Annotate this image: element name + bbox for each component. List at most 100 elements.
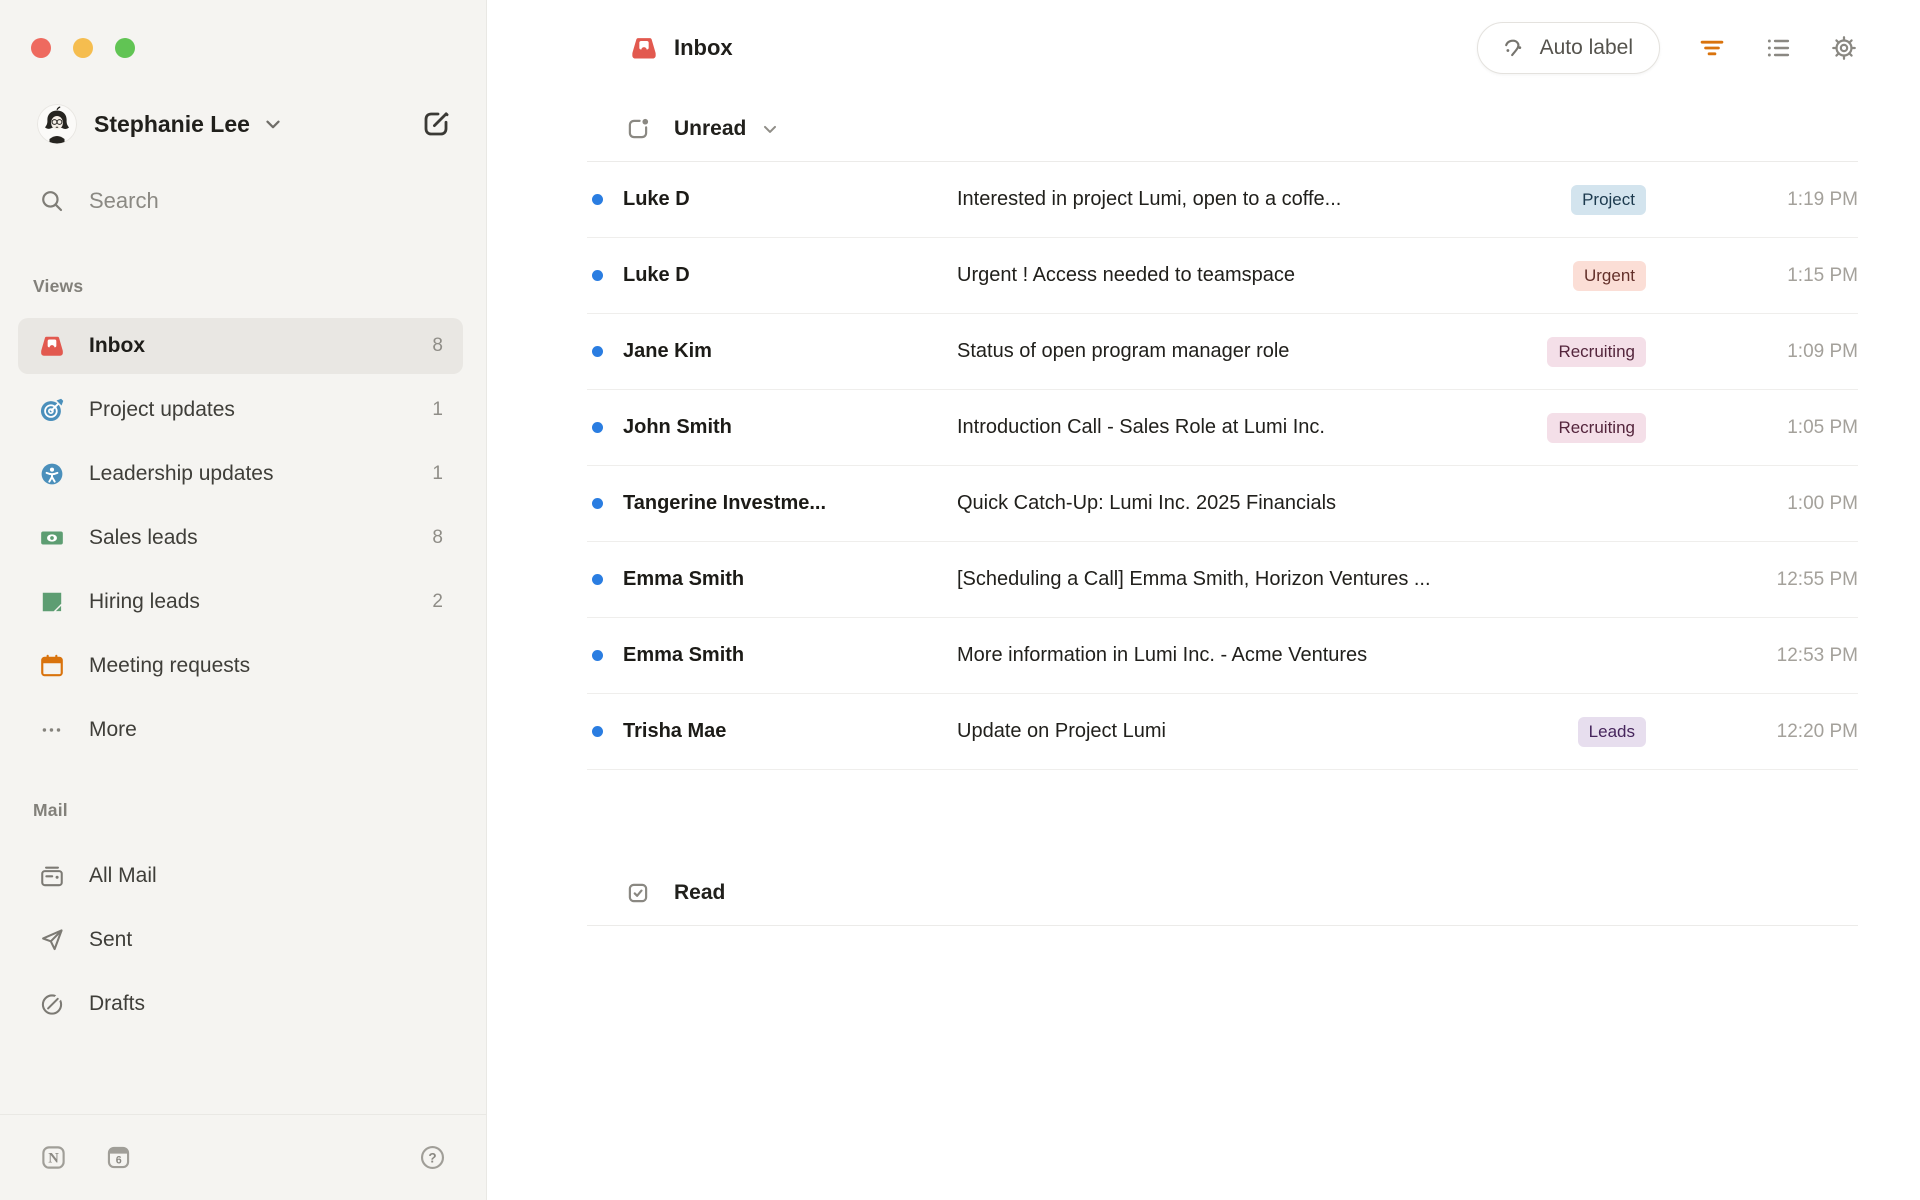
unread-count: 8 (432, 335, 443, 356)
mail-list: All Mail Sent Drafts (18, 848, 463, 1032)
sidebar-item-label: Sent (89, 928, 133, 951)
notion-logo-icon[interactable]: N (40, 1144, 67, 1171)
target-icon (40, 398, 64, 422)
email-sender: Trisha Mae (623, 720, 727, 742)
views-section-label: Views (33, 276, 84, 296)
sidebar-item-hiring-leads[interactable]: Hiring leads 2 (18, 574, 463, 630)
unread-icon (628, 118, 649, 138)
read-section-header[interactable]: Read (587, 860, 1858, 926)
email-subject: Quick Catch-Up: Lumi Inc. 2025 Financial… (957, 492, 1337, 514)
header-actions: Auto label (1476, 22, 1858, 74)
sidebar-item-sales-leads[interactable]: Sales leads 8 (18, 510, 463, 566)
sidebar-item-inbox[interactable]: Inbox 8 (18, 318, 463, 374)
email-subject: [Scheduling a Call] Emma Smith, Horizon … (957, 568, 1431, 590)
note-icon (42, 592, 62, 612)
help-icon[interactable]: ? (419, 1144, 446, 1171)
email-row[interactable]: Luke D Interested in project Lumi, open … (587, 162, 1858, 238)
inbox-icon (41, 336, 63, 356)
person-circle-icon (41, 463, 63, 485)
window-controls (0, 0, 486, 58)
email-sender: Luke D (623, 264, 690, 286)
email-time: 12:53 PM (1776, 644, 1858, 666)
email-subject: Urgent ! Access needed to teamspace (957, 264, 1295, 286)
sidebar-item-more[interactable]: More (18, 702, 463, 758)
unread-dot (592, 194, 603, 205)
sidebar-item-label: All Mail (89, 864, 157, 887)
email-subject: More information in Lumi Inc. - Acme Ven… (957, 644, 1368, 666)
user-name: Stephanie Lee (94, 110, 250, 137)
read-checkbox-icon (628, 883, 648, 902)
sidebar-item-label: Leadership updates (89, 462, 274, 485)
calendar-badge-icon[interactable]: 6 (105, 1144, 132, 1171)
label-tag: Urgent (1572, 260, 1646, 291)
email-sender: Luke D (623, 188, 690, 210)
gear-icon (1832, 36, 1856, 60)
sidebar-item-sent[interactable]: Sent (18, 912, 463, 968)
account-switcher[interactable]: Stephanie Lee (37, 104, 452, 144)
email-row[interactable]: Trisha Mae Update on Project Lumi Leads … (587, 694, 1858, 770)
email-time: 12:55 PM (1776, 568, 1858, 590)
compose-button[interactable] (420, 108, 452, 140)
sidebar-item-label: Drafts (89, 992, 146, 1015)
label-tag: Recruiting (1547, 412, 1646, 443)
sidebar-item-label: Sales leads (89, 526, 198, 549)
sidebar-item-leadership-updates[interactable]: Leadership updates 1 (18, 446, 463, 502)
unread-section-header[interactable]: Unread (587, 96, 1858, 162)
main-header: Inbox Auto label (587, 0, 1858, 96)
unread-dot (592, 422, 603, 433)
inbox-icon (632, 38, 656, 59)
email-sender: Tangerine Investme... (623, 492, 827, 514)
send-icon (42, 929, 63, 951)
compose-icon (424, 112, 449, 136)
email-row[interactable]: Emma Smith [Scheduling a Call] Emma Smit… (587, 542, 1858, 618)
sidebar-item-label: Hiring leads (89, 590, 200, 613)
chevron-down-icon (764, 125, 777, 133)
email-sender: Emma Smith (623, 644, 745, 666)
minimize-window-button[interactable] (73, 38, 93, 58)
banknote-icon (41, 531, 63, 545)
email-sender: John Smith (623, 416, 732, 438)
search-input[interactable]: Search (39, 188, 486, 214)
unread-dot (592, 270, 603, 281)
search-icon (42, 191, 63, 212)
calendar-icon (41, 654, 63, 677)
email-time: 12:20 PM (1776, 720, 1858, 742)
label-tag: Recruiting (1547, 336, 1646, 367)
list-view-button[interactable] (1764, 34, 1792, 62)
svg-text:6: 6 (116, 1154, 122, 1166)
mail-section-label: Mail (33, 800, 68, 820)
email-row[interactable]: John Smith Introduction Call - Sales Rol… (587, 390, 1858, 466)
sidebar-item-project-updates[interactable]: Project updates 1 (18, 382, 463, 438)
avatar (37, 104, 77, 144)
unread-dot (592, 726, 603, 737)
settings-button[interactable] (1830, 34, 1858, 62)
mail-app-window: Stephanie Lee Search Views Inbox 8 Proje… (0, 0, 1920, 1200)
unread-dot (592, 574, 603, 585)
email-row[interactable]: Emma Smith More information in Lumi Inc.… (587, 618, 1858, 694)
read-section-label: Read (674, 880, 726, 904)
email-row[interactable]: Tangerine Investme... Quick Catch-Up: Lu… (587, 466, 1858, 542)
email-row[interactable]: Jane Kim Status of open program manager … (587, 314, 1858, 390)
page-title: Inbox (674, 35, 733, 60)
sidebar-item-meeting-requests[interactable]: Meeting requests (18, 638, 463, 694)
close-window-button[interactable] (31, 38, 51, 58)
email-row[interactable]: Luke D Urgent ! Access needed to teamspa… (587, 238, 1858, 314)
zoom-window-button[interactable] (115, 38, 135, 58)
unread-dot (592, 498, 603, 509)
sidebar: Stephanie Lee Search Views Inbox 8 Proje… (0, 0, 487, 1200)
unread-count: 1 (432, 463, 443, 484)
email-subject: Introduction Call - Sales Role at Lumi I… (957, 416, 1325, 438)
email-time: 1:05 PM (1787, 416, 1858, 438)
auto-label-button[interactable]: Auto label (1476, 22, 1660, 74)
svg-text:N: N (48, 1151, 59, 1167)
unread-count: 1 (432, 399, 443, 420)
all-mail-icon (41, 866, 63, 887)
label-tag: Project (1571, 184, 1646, 215)
sidebar-item-label: Project updates (89, 398, 235, 421)
sidebar-item-drafts[interactable]: Drafts (18, 976, 463, 1032)
sidebar-item-all-mail[interactable]: All Mail (18, 848, 463, 904)
filter-button[interactable] (1698, 34, 1726, 62)
auto-label-wand-icon (1504, 39, 1521, 56)
sidebar-item-label: Meeting requests (89, 654, 251, 677)
filter-icon (1700, 40, 1724, 56)
